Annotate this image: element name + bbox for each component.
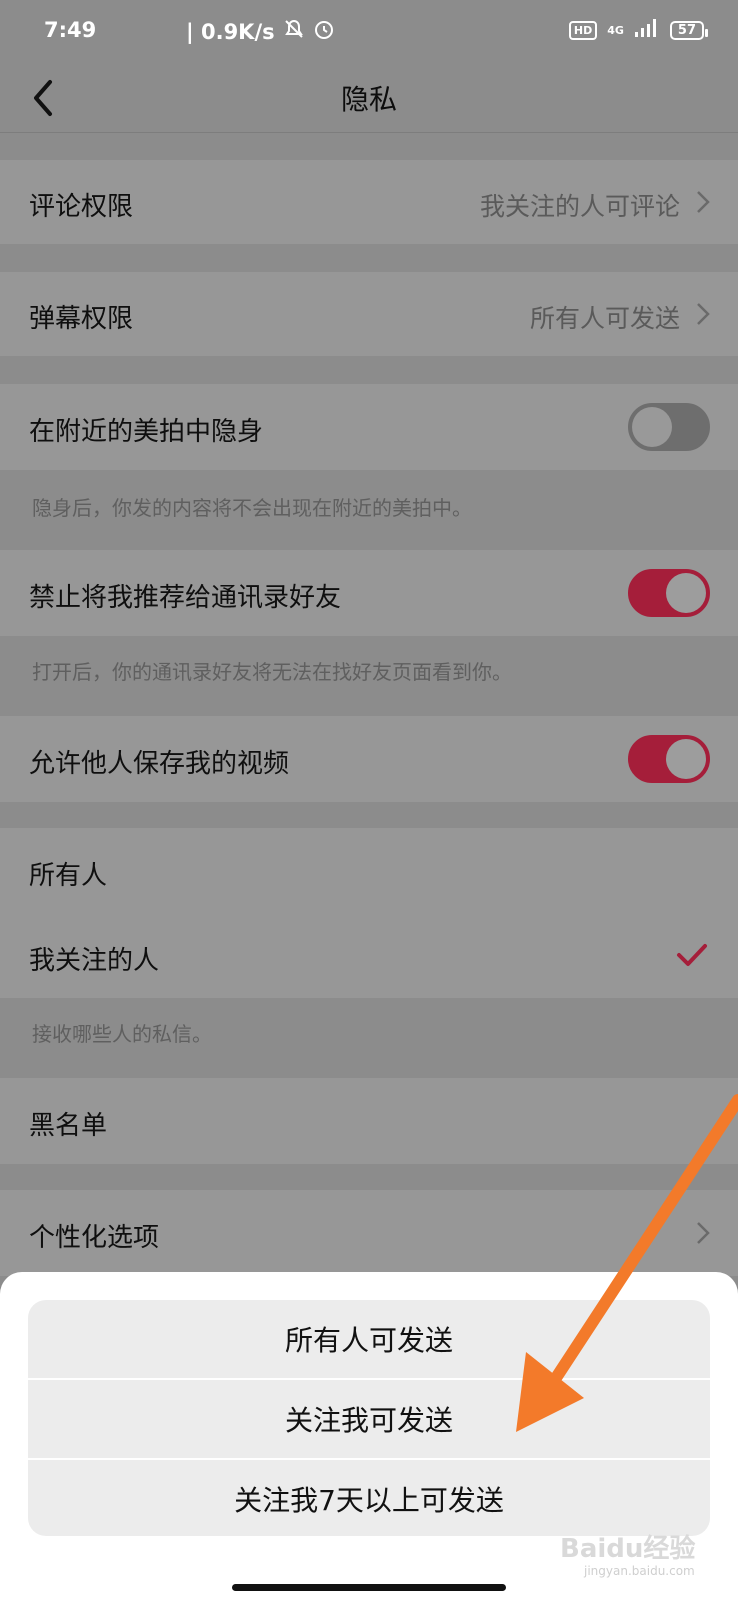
hide-nearby-row: 在附近的美拍中隐身: [0, 384, 738, 470]
privacy-settings-page: 7:49 | 0.9K/s HD 4G 57 隐私 评论权限 我关注的人可评论: [0, 0, 738, 1600]
status-bar: 7:49 | 0.9K/s HD 4G 57: [0, 0, 738, 64]
option-followers-7days[interactable]: 关注我7天以上可发送: [28, 1460, 710, 1536]
chevron-right-icon: [697, 1222, 710, 1244]
message-everyone-row[interactable]: 所有人: [0, 828, 738, 914]
comment-permission-row[interactable]: 评论权限 我关注的人可评论: [0, 160, 738, 244]
no-recommend-toggle[interactable]: [628, 569, 710, 617]
chevron-right-icon: [697, 191, 710, 213]
option-followers[interactable]: 关注我可发送: [28, 1380, 710, 1458]
no-recommend-label: 禁止将我推荐给通讯录好友: [29, 583, 342, 613]
comment-permission-value: 我关注的人可评论: [479, 192, 680, 221]
message-hint-text: 接收哪些人的私信。: [32, 1022, 212, 1046]
network-type: 4G: [607, 24, 624, 37]
status-right-icons: HD 4G 57: [568, 18, 709, 43]
danmaku-permission-value: 所有人可发送: [529, 304, 680, 333]
blacklist-row[interactable]: 黑名单: [0, 1078, 738, 1164]
no-recommend-hint: 打开后，你的通讯录好友将无法在找好友页面看到你。: [0, 636, 738, 716]
hide-nearby-label: 在附近的美拍中隐身: [29, 417, 264, 447]
hide-nearby-toggle[interactable]: [628, 403, 710, 451]
checkmark-icon: [677, 944, 707, 966]
message-following-label: 我关注的人: [29, 946, 160, 976]
blacklist-label: 黑名单: [29, 1111, 108, 1141]
danmaku-permission-label: 弹幕权限: [29, 304, 134, 334]
signal-icon: [634, 18, 660, 43]
no-recommend-hint-text: 打开后，你的通讯录好友将无法在找好友页面看到你。: [32, 660, 512, 684]
mute-bell-icon: [283, 18, 305, 45]
hide-nearby-hint-text: 隐身后，你发的内容将不会出现在附近的美拍中。: [32, 496, 472, 520]
page-title: 隐私: [340, 83, 397, 116]
baidu-watermark: Baidu经验: [560, 1534, 696, 1564]
toggle-knob: [666, 573, 706, 613]
message-hint: 接收哪些人的私信。: [0, 998, 738, 1078]
message-everyone-label: 所有人: [29, 861, 108, 891]
nav-bar: 隐私: [0, 64, 738, 133]
allow-save-label: 允许他人保存我的视频: [29, 749, 290, 779]
hd-badge: HD: [568, 21, 598, 40]
watermark-url: jingyan.baidu.com: [584, 1564, 695, 1578]
option-everyone[interactable]: 所有人可发送: [28, 1300, 710, 1378]
toggle-knob: [632, 407, 672, 447]
personalization-label: 个性化选项: [29, 1223, 160, 1253]
allow-save-row: 允许他人保存我的视频: [0, 716, 738, 802]
status-left-icons: | 0.9K/s: [186, 18, 335, 45]
alarm-clock-icon: [313, 18, 335, 45]
chevron-right-icon: [697, 303, 710, 325]
allow-save-toggle[interactable]: [628, 735, 710, 783]
no-recommend-row: 禁止将我推荐给通讯录好友: [0, 550, 738, 636]
message-following-row[interactable]: 我关注的人: [0, 914, 738, 998]
status-time: 7:49: [44, 18, 97, 42]
comment-permission-label: 评论权限: [29, 192, 134, 222]
network-speed: | 0.9K/s: [186, 19, 275, 44]
battery-indicator: 57: [669, 21, 709, 40]
home-indicator[interactable]: [232, 1584, 506, 1591]
personalization-row[interactable]: 个性化选项: [0, 1190, 738, 1276]
action-sheet-options: 所有人可发送 关注我可发送 关注我7天以上可发送: [28, 1300, 710, 1536]
hide-nearby-hint: 隐身后，你发的内容将不会出现在附近的美拍中。: [0, 470, 738, 550]
danmaku-permission-row[interactable]: 弹幕权限 所有人可发送: [0, 272, 738, 356]
toggle-knob: [666, 739, 706, 779]
